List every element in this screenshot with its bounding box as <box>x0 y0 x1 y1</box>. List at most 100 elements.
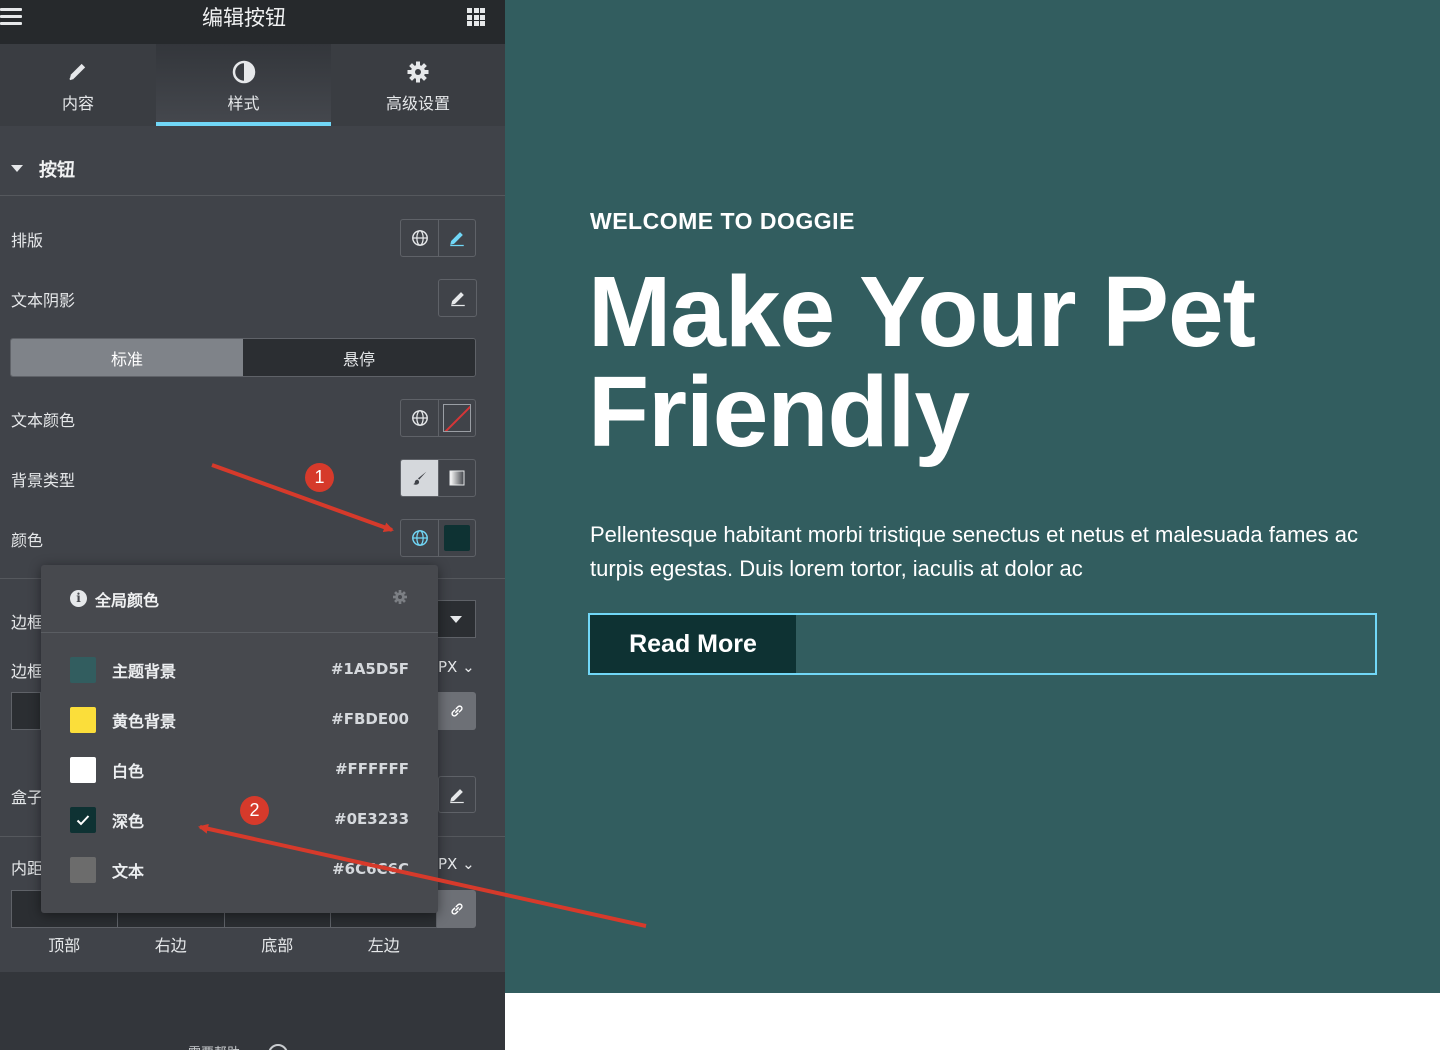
background-type-controls <box>400 459 476 497</box>
typography-label: 排版 <box>11 231 44 250</box>
color-controls <box>400 519 476 557</box>
globe-icon <box>411 230 428 246</box>
annotation-badge-1: 1 <box>305 463 334 492</box>
color-hex: #FFFFFF <box>334 760 409 778</box>
pencil-icon <box>0 60 156 86</box>
globe-icon <box>411 530 428 546</box>
need-help-link[interactable]: 需要帮助 <box>188 1042 240 1050</box>
color-swatch <box>70 807 96 833</box>
color-swatch <box>444 525 470 551</box>
global-typography-button[interactable] <box>401 220 438 256</box>
hero-headline: Make Your Pet Friendly <box>588 256 1256 468</box>
color-hex: #6C6C6C <box>332 860 409 878</box>
border-width-input[interactable] <box>11 692 41 730</box>
border-type-select[interactable] <box>437 600 476 638</box>
globe-icon <box>411 410 428 426</box>
text-color-label: 文本颜色 <box>11 411 76 430</box>
popover-header: i 全局颜色 <box>41 565 438 633</box>
color-picker[interactable] <box>438 520 475 556</box>
padding-bottom-label: 底部 <box>261 936 294 955</box>
state-normal-tab[interactable]: 标准 <box>11 339 243 376</box>
color-name: 主题背景 <box>112 662 177 681</box>
contrast-icon <box>156 60 331 86</box>
tab-content[interactable]: 内容 <box>0 44 156 126</box>
background-gradient-button[interactable] <box>438 460 475 496</box>
global-color-item[interactable]: 主题背景 #1A5D5F <box>41 645 438 695</box>
section-button-header[interactable]: 按钮 <box>0 140 505 196</box>
edit-typography-button[interactable] <box>438 220 475 256</box>
widgets-grid-icon[interactable] <box>467 8 485 26</box>
state-switcher: 标准 悬停 <box>10 338 476 377</box>
background-type-label: 背景类型 <box>11 471 76 490</box>
tab-style-label: 样式 <box>227 94 260 113</box>
color-hex: #FBDE00 <box>331 710 409 728</box>
global-color-button[interactable] <box>401 520 438 556</box>
no-color-swatch <box>443 404 471 432</box>
padding-label: 内距 <box>11 859 44 878</box>
border-width-label: 边框 <box>11 662 44 681</box>
caret-down-icon <box>11 165 23 172</box>
global-color-item[interactable]: 文本 #6C6C6C <box>41 845 438 895</box>
unit-label: PX <box>438 658 458 676</box>
gradient-icon <box>449 470 465 486</box>
border-width-unit[interactable]: PX ⌄ <box>438 658 475 676</box>
color-hex: #1A5D5F <box>330 660 409 678</box>
read-more-button[interactable]: Read More <box>590 615 796 673</box>
text-color-picker[interactable] <box>438 400 475 436</box>
panel-topbar: 编辑按钮 <box>0 0 505 44</box>
text-shadow-controls <box>438 279 477 317</box>
popover-title: 全局颜色 <box>95 591 160 610</box>
link-values-button[interactable] <box>437 692 476 730</box>
panel-title: 编辑按钮 <box>202 6 286 30</box>
padding-unit[interactable]: PX ⌄ <box>438 855 475 873</box>
color-swatch <box>70 757 96 783</box>
link-padding-button[interactable] <box>437 890 476 928</box>
hero-eyebrow: WELCOME TO DOGGIE <box>590 208 855 234</box>
global-color-item[interactable]: 白色 #FFFFFF <box>41 745 438 795</box>
state-hover-tab[interactable]: 悬停 <box>243 339 475 376</box>
checkmark-icon <box>76 815 90 826</box>
panel-tabs: 内容 样式 高级设置 <box>0 44 505 126</box>
box-shadow-label: 盒子 <box>11 788 44 807</box>
border-type-label: 边框 <box>11 613 44 632</box>
pencil-icon <box>450 232 464 247</box>
color-hex: #0E3233 <box>334 810 409 828</box>
unit-label: PX <box>438 855 458 873</box>
global-text-color-button[interactable] <box>401 400 438 436</box>
panel-footer <box>0 972 505 1050</box>
padding-left-label: 左边 <box>367 936 400 955</box>
background-classic-button[interactable] <box>401 460 438 496</box>
page-preview: WELCOME TO DOGGIE Make Your Pet Friendly… <box>505 0 1440 993</box>
global-color-item[interactable]: 黄色背景 #FBDE00 <box>41 695 438 745</box>
global-colors-popover: i 全局颜色 主题背景 #1A5D5F 黄色背景 #FBDE00 白色 #FFF… <box>41 565 438 913</box>
padding-top-label: 顶部 <box>48 936 81 955</box>
global-color-item-selected[interactable]: 深色 #0E3233 <box>41 795 438 845</box>
link-icon <box>450 705 463 717</box>
gear-icon[interactable] <box>392 589 408 609</box>
page-bottom-area <box>505 993 1440 1050</box>
tab-advanced[interactable]: 高级设置 <box>331 44 505 126</box>
color-name: 深色 <box>112 812 145 831</box>
edit-text-shadow-button[interactable] <box>439 280 476 316</box>
color-name: 白色 <box>112 762 145 781</box>
padding-labels: 顶部 右边 底部 左边 <box>11 932 437 956</box>
color-name: 文本 <box>112 862 145 881</box>
text-shadow-label: 文本阴影 <box>11 291 76 310</box>
annotation-badge-2: 2 <box>240 796 269 825</box>
color-swatch <box>70 857 96 883</box>
section-title: 按钮 <box>39 160 75 181</box>
chevron-down-icon <box>450 615 462 623</box>
tab-content-label: 内容 <box>61 94 94 113</box>
typography-controls <box>400 219 476 257</box>
tab-style[interactable]: 样式 <box>156 44 331 126</box>
pencil-icon <box>450 788 464 803</box>
tab-advanced-label: 高级设置 <box>385 94 450 113</box>
padding-right-label: 右边 <box>154 936 187 955</box>
color-swatch <box>70 707 96 733</box>
hero-body-text: Pellentesque habitant morbi tristique se… <box>590 522 1359 581</box>
gear-icon <box>331 60 505 86</box>
color-name: 黄色背景 <box>112 712 177 731</box>
pencil-icon <box>450 292 465 307</box>
link-icon <box>450 903 463 915</box>
edit-box-shadow-button[interactable] <box>438 776 476 813</box>
